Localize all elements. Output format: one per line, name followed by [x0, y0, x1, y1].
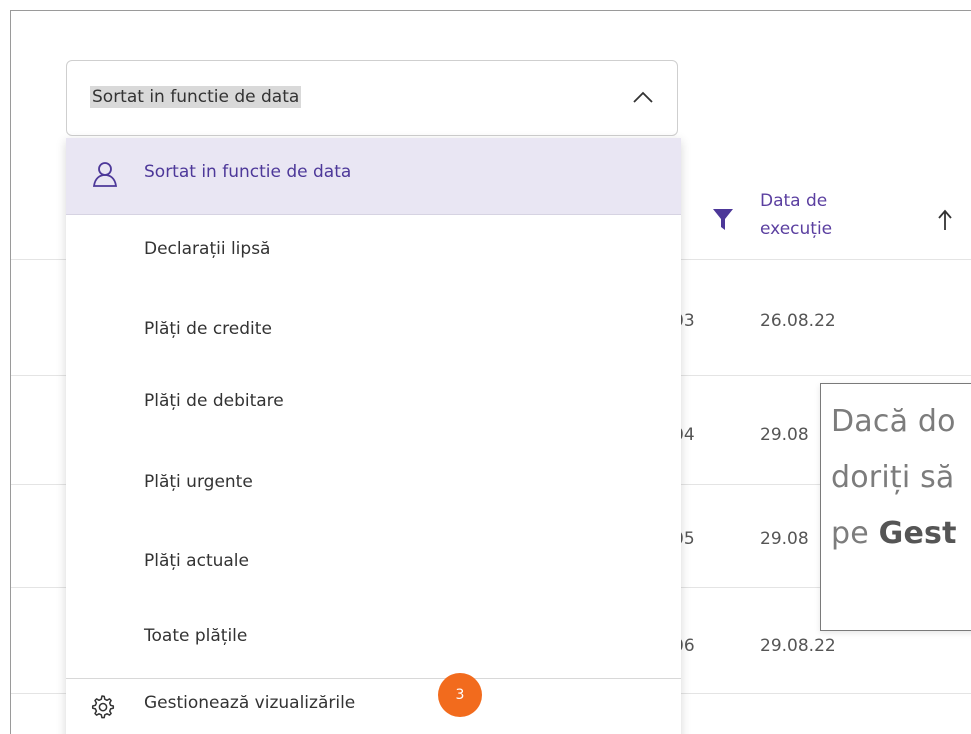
column-header-line: execuție: [760, 219, 833, 239]
row-date-cell: 26.08.22: [760, 311, 836, 331]
tooltip-line: pe Gest: [831, 516, 957, 551]
menu-item-label: Plăți de debitare: [144, 391, 284, 411]
tooltip-bold-text: Gest: [878, 516, 957, 551]
tooltip-line: doriți să: [831, 460, 955, 495]
row-date-cell: 29.08: [760, 529, 809, 549]
arrow-up-icon[interactable]: [935, 204, 955, 234]
menu-item-sort-by-date[interactable]: Sortat in functie de data: [66, 138, 681, 215]
app-frame: Data de execuție 03 26.08.22 04 29.08 05…: [10, 10, 971, 734]
menu-item-label: Declarații lipsă: [144, 239, 271, 259]
sort-dropdown-menu: Sortat in functie de data Declarații lip…: [66, 138, 681, 734]
user-icon: [92, 162, 118, 187]
menu-item-label: Toate plățile: [144, 626, 248, 646]
menu-item-current-payments[interactable]: Plăți actuale: [66, 527, 681, 603]
tooltip-text: pe: [831, 516, 879, 551]
menu-item-all-payments[interactable]: Toate plățile: [66, 602, 681, 678]
menu-item-debit-payments[interactable]: Plăți de debitare: [66, 367, 681, 443]
menu-item-label: Plăți de credite: [144, 319, 272, 339]
menu-item-label: Sortat in functie de data: [144, 162, 352, 182]
gear-icon: [91, 695, 115, 719]
menu-item-label: Plăți actuale: [144, 551, 249, 571]
step-badge: 3: [438, 673, 482, 717]
tooltip-line: Dacă do: [831, 404, 956, 439]
help-tooltip: Dacă do doriți să pe Gest: [820, 383, 971, 631]
sort-select[interactable]: Sortat in functie de data: [66, 60, 678, 136]
manage-views-button[interactable]: Gestionează vizualizările: [66, 679, 681, 734]
menu-item-urgent-payments[interactable]: Plăți urgente: [66, 448, 681, 524]
menu-item-label: Plăți urgente: [144, 472, 253, 492]
column-header-line: Data de: [760, 191, 828, 211]
manage-views-label: Gestionează vizualizările: [144, 693, 356, 713]
column-header-execution-date[interactable]: Data de execuție: [760, 187, 870, 243]
filter-icon[interactable]: [711, 205, 735, 233]
row-date-cell: 29.08.22: [760, 636, 836, 656]
chevron-up-icon[interactable]: [632, 89, 654, 105]
sort-select-value: Sortat in functie de data: [90, 86, 302, 108]
menu-item-credit-payments[interactable]: Plăți de credite: [66, 295, 681, 371]
row-date-cell: 29.08: [760, 425, 809, 445]
menu-item-missing-declarations[interactable]: Declarații lipsă: [66, 215, 681, 291]
